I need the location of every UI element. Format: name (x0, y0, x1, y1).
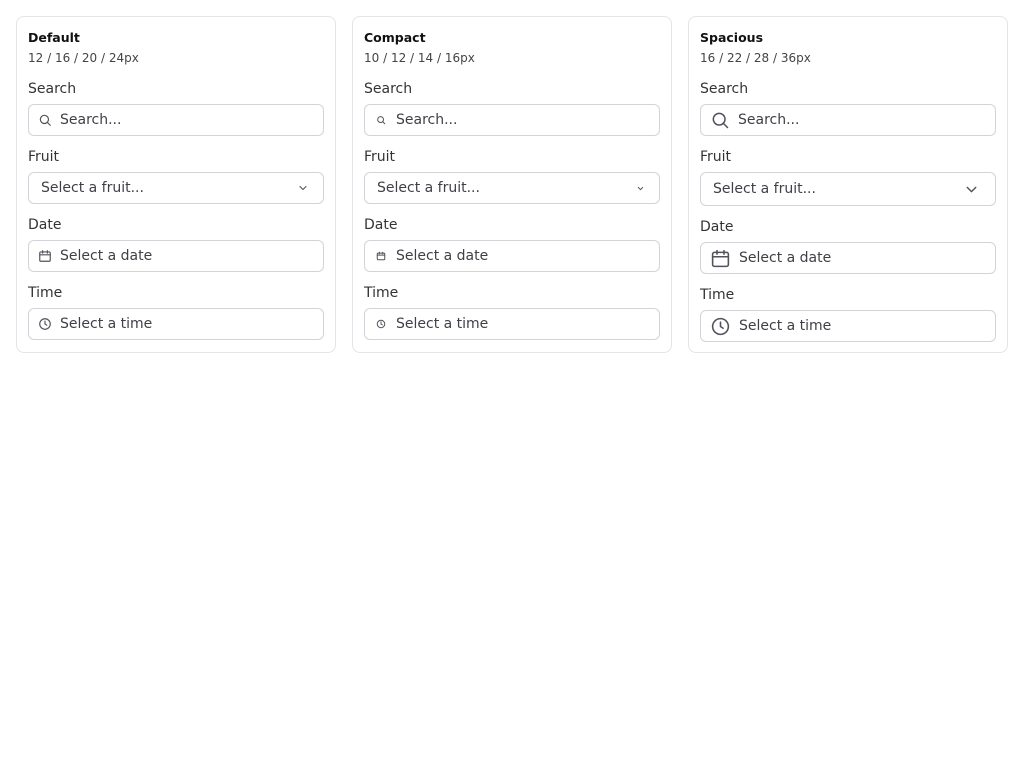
chevron-down-icon (963, 181, 980, 198)
date-placeholder: Select a date (739, 250, 832, 266)
card-subtitle: 10 / 12 / 14 / 16px (364, 51, 475, 65)
search-input[interactable]: Search... (364, 104, 660, 136)
fruit-placeholder: Select a fruit... (41, 180, 144, 196)
date-picker[interactable]: Select a date (700, 242, 996, 274)
card-spacious: Spacious 16 / 22 / 28 / 36px Search Sear… (688, 16, 1008, 353)
time-label: Time (364, 285, 399, 301)
time-placeholder: Select a time (739, 318, 832, 334)
search-placeholder: Search... (60, 112, 122, 128)
date-label: Date (28, 217, 62, 233)
chevron-down-icon (297, 182, 309, 194)
card-grid: Default 12 / 16 / 20 / 24px Search Searc… (16, 16, 1008, 353)
calendar-icon (374, 251, 388, 261)
fruit-placeholder: Select a fruit... (377, 180, 480, 196)
fruit-select[interactable]: Select a fruit... (28, 172, 324, 204)
time-picker[interactable]: Select a time (28, 308, 324, 340)
fruit-label: Fruit (700, 149, 732, 165)
search-icon (710, 110, 730, 130)
date-label: Date (364, 217, 398, 233)
time-picker[interactable]: Select a time (700, 310, 996, 342)
clock-icon (710, 316, 731, 337)
search-placeholder: Search... (396, 112, 458, 128)
card-title: Compact (364, 30, 426, 45)
time-label: Time (700, 287, 735, 303)
search-input[interactable]: Search... (700, 104, 996, 136)
card-subtitle: 12 / 16 / 20 / 24px (28, 51, 139, 65)
card-title: Spacious (700, 30, 764, 45)
fruit-select[interactable]: Select a fruit... (364, 172, 660, 204)
calendar-icon (38, 249, 52, 263)
fruit-placeholder: Select a fruit... (713, 181, 816, 197)
card-compact: Compact 10 / 12 / 14 / 16px Search Searc… (352, 16, 672, 353)
calendar-icon (710, 248, 731, 269)
chevron-down-icon (636, 184, 645, 193)
clock-icon (374, 319, 388, 329)
card-default: Default 12 / 16 / 20 / 24px Search Searc… (16, 16, 336, 353)
time-picker[interactable]: Select a time (364, 308, 660, 340)
time-label: Time (28, 285, 63, 301)
date-placeholder: Select a date (60, 248, 153, 264)
date-label: Date (700, 219, 734, 235)
time-placeholder: Select a time (396, 316, 489, 332)
search-label: Search (364, 81, 413, 97)
card-subtitle: 16 / 22 / 28 / 36px (700, 51, 811, 65)
search-icon (38, 113, 52, 127)
card-title: Default (28, 30, 80, 45)
search-label: Search (700, 81, 749, 97)
fruit-select[interactable]: Select a fruit... (700, 172, 996, 206)
search-icon (374, 115, 388, 125)
search-input[interactable]: Search... (28, 104, 324, 136)
time-placeholder: Select a time (60, 316, 153, 332)
search-placeholder: Search... (738, 112, 800, 128)
clock-icon (38, 317, 52, 331)
date-placeholder: Select a date (396, 248, 489, 264)
fruit-label: Fruit (364, 149, 396, 165)
date-picker[interactable]: Select a date (28, 240, 324, 272)
search-label: Search (28, 81, 77, 97)
fruit-label: Fruit (28, 149, 60, 165)
date-picker[interactable]: Select a date (364, 240, 660, 272)
